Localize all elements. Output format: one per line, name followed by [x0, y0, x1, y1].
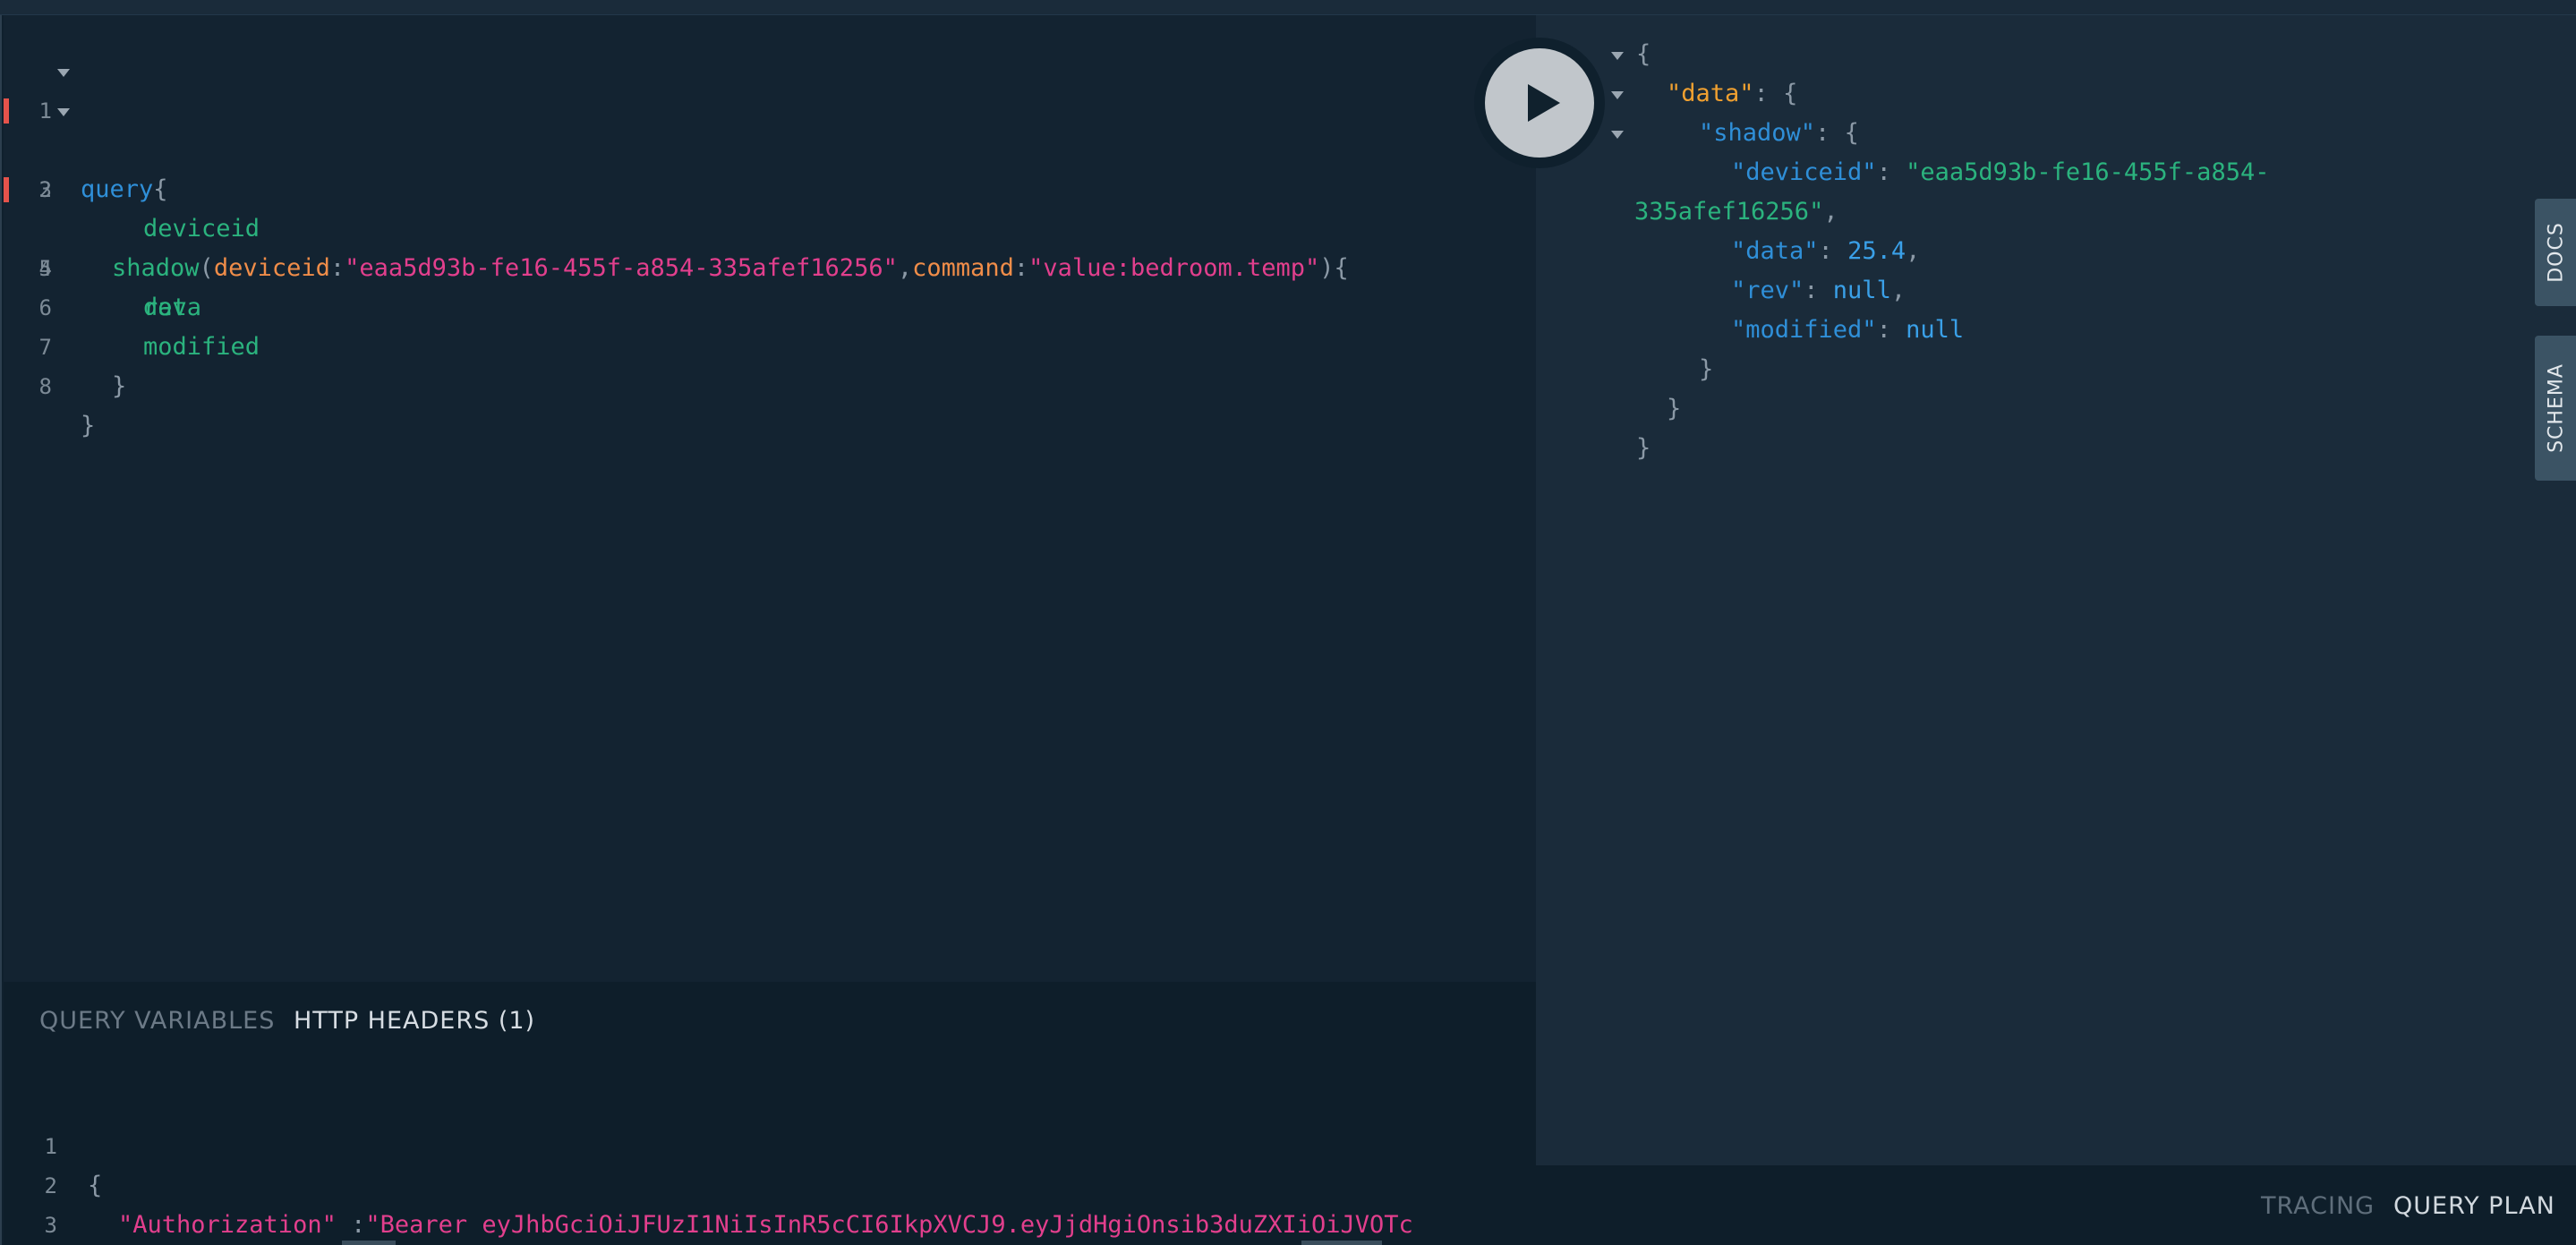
query-editor[interactable]: 1 query{ 2 shadow(deviceid:"eaa5d93b-fe1… — [4, 15, 1536, 982]
result-line: "shadow": { — [1699, 114, 1859, 153]
variables-headers-pane: QUERY VARIABLES HTTP HEADERS (1) 1 { 2 "… — [4, 982, 1536, 1245]
colon: : — [1876, 158, 1906, 186]
play-icon — [1528, 84, 1560, 122]
open-brace: { — [1783, 80, 1798, 107]
open-brace: { — [1844, 119, 1859, 147]
editor-line-8: 8 } — [4, 328, 1536, 439]
scrollbar-handle[interactable] — [1301, 1241, 1382, 1245]
modified-value: null — [1906, 316, 1965, 344]
colon: : — [1818, 237, 1848, 265]
schema-tab[interactable]: SCHEMA — [2535, 336, 2576, 481]
window-top-bar — [0, 0, 2576, 15]
comma: , — [1823, 198, 1838, 226]
tab-http-headers[interactable]: HTTP HEADERS (1) — [294, 1007, 535, 1035]
editor-line-4: 4 data — [4, 170, 1536, 321]
result-pane[interactable]: { "data": { "shadow": { "deviceid": "eaa… — [1536, 15, 2576, 1165]
headers-line-1[interactable]: 1 { — [4, 1087, 1536, 1199]
docs-tab[interactable]: DOCS — [2535, 199, 2576, 306]
headers-line-2[interactable]: 2 "Authorization" :"Bearer eyJhbGciOiJFU… — [4, 1127, 1536, 1239]
result-line: { — [1636, 35, 1651, 74]
result-line: "rev": null, — [1731, 271, 1906, 311]
scrollbar-handle[interactable] — [342, 1241, 396, 1245]
open-brace: { — [1636, 40, 1651, 68]
colon: : — [1876, 316, 1906, 344]
fold-arrow-icon[interactable] — [57, 108, 70, 116]
tab-query-variables[interactable]: QUERY VARIABLES — [39, 1007, 275, 1035]
result-line: "data": 25.4, — [1731, 232, 1920, 271]
editor-line-2: 2 shadow(deviceid:"eaa5d93b-fe16-455f-a8… — [4, 91, 1536, 282]
data-key: "data" — [1667, 80, 1754, 107]
graphql-playground: 1 query{ 2 shadow(deviceid:"eaa5d93b-fe1… — [0, 15, 2576, 1245]
data-field-value: 25.4 — [1847, 237, 1906, 265]
run-query-button[interactable] — [1485, 48, 1594, 158]
close-brace: } — [1667, 395, 1682, 422]
close-brace: } — [1636, 434, 1651, 462]
tracing-tab[interactable]: TRACING — [2261, 1192, 2375, 1220]
result-line: } — [1636, 429, 1651, 468]
result-line: "data": { — [1667, 74, 1797, 114]
colon: : — [1804, 277, 1833, 304]
close-brace: } — [81, 412, 96, 439]
comma: , — [1890, 277, 1906, 304]
editor-line-5: 5 rev — [4, 209, 1536, 321]
error-marker — [4, 98, 9, 124]
query-plan-tab[interactable]: QUERY PLAN — [2393, 1192, 2555, 1220]
fold-arrow-icon[interactable] — [1611, 91, 1624, 99]
deviceid-value: "eaa5d93b-fe16-455f-a854- — [1906, 158, 2270, 186]
result-footer: TRACING QUERY PLAN — [1536, 1165, 2576, 1245]
shadow-key: "shadow" — [1699, 119, 1816, 147]
result-line: 335afef16256", — [1634, 192, 1838, 232]
editor-line-7: 7 } — [4, 288, 1536, 400]
modified-key: "modified" — [1731, 316, 1877, 344]
result-line: } — [1699, 350, 1713, 389]
result-line: "deviceid": "eaa5d93b-fe16-455f-a854- — [1731, 153, 2269, 192]
deviceid-value-cont: 335afef16256" — [1634, 198, 1824, 226]
headers-line-3[interactable]: 3 } — [4, 1166, 1536, 1238]
fold-arrow-icon[interactable] — [1611, 52, 1624, 60]
schema-tab-label: SCHEMA — [2545, 363, 2568, 453]
line-number: 8 — [38, 374, 52, 399]
docs-tab-label: DOCS — [2545, 222, 2568, 283]
colon: : — [336, 1211, 366, 1239]
fold-arrow-icon[interactable] — [1611, 131, 1624, 139]
close-brace: } — [112, 372, 127, 400]
data-field-key: "data" — [1731, 237, 1819, 265]
colon: : — [1753, 80, 1784, 107]
fold-arrow-icon[interactable] — [57, 69, 70, 77]
result-line: } — [1667, 389, 1681, 429]
colon: : — [1815, 119, 1845, 147]
header-value: "Bearer eyJhbGciOiJFUzI1NiIsInR5cCI6IkpX… — [365, 1211, 1413, 1239]
editor-line-3: 3 deviceid — [4, 131, 1536, 243]
comma: , — [1906, 237, 1921, 265]
rev-value: null — [1832, 277, 1891, 304]
result-line: "modified": null — [1731, 311, 1964, 350]
editor-line-1: 1 query{ — [4, 52, 1536, 203]
header-key: "Authorization" — [118, 1211, 337, 1239]
error-marker — [4, 177, 9, 202]
rev-key: "rev" — [1731, 277, 1804, 304]
line-number: 3 — [44, 1213, 57, 1238]
deviceid-key: "deviceid" — [1731, 158, 1877, 186]
close-brace: } — [1699, 355, 1714, 383]
editor-line-6: 6 modified — [4, 249, 1536, 361]
